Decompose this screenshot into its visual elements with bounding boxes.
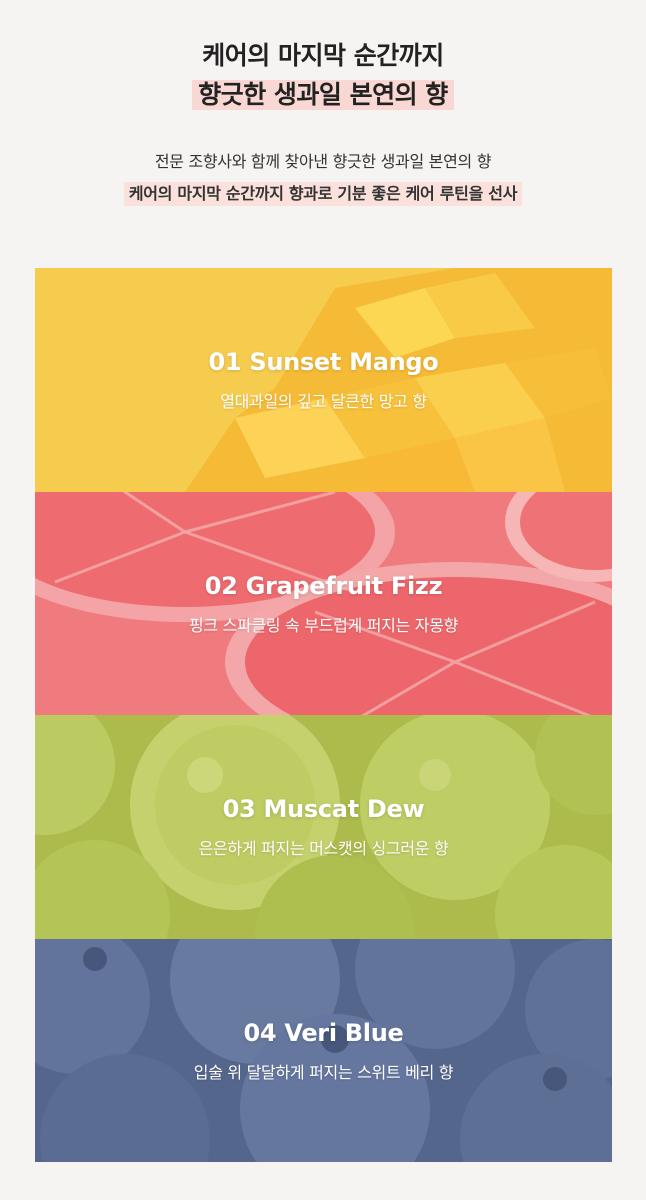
scent-panel-blueberry: 04 Veri Blue 입술 위 달달하게 퍼지는 스위트 베리 향 — [35, 938, 612, 1162]
scent-description: 은은하게 퍼지는 머스캣의 싱그러운 향 — [198, 839, 449, 858]
scent-panel-muscat: 03 Muscat Dew 은은하게 퍼지는 머스캣의 싱그러운 향 — [35, 715, 612, 939]
subtext-highlight: 케어의 마지막 순간까지 향과로 기분 좋은 케어 루틴을 선사 — [123, 182, 523, 206]
scent-title: 03 Muscat Dew — [222, 795, 425, 823]
scent-panels: 01 Sunset Mango 열대과일의 깊고 달큰한 망고 향 02 Gra… — [35, 268, 612, 1162]
blueberry-image — [35, 938, 612, 1162]
scent-panel-grapefruit: 02 Grapefruit Fizz 핑크 스파클링 속 부드럽게 퍼지는 자몽… — [35, 491, 612, 715]
headline-line2: 향긋한 생과일 본연의 향 — [0, 80, 646, 110]
scent-title: 01 Sunset Mango — [208, 348, 439, 376]
scent-panel-mango: 01 Sunset Mango 열대과일의 깊고 달큰한 망고 향 — [35, 268, 612, 492]
scent-title: 02 Grapefruit Fizz — [204, 571, 443, 600]
muscat-image — [35, 715, 612, 939]
headline-line1: 케어의 마지막 순간까지 — [202, 41, 444, 70]
mango-image — [35, 268, 612, 492]
scent-description: 입술 위 달달하게 퍼지는 스위트 베리 향 — [193, 1062, 454, 1082]
scent-title: 04 Veri Blue — [243, 1018, 404, 1047]
subtext-line1: 전문 조향사와 함께 찾아낸 향긋한 생과일 본연의 향 — [154, 152, 492, 171]
headline-highlight: 향긋한 생과일 본연의 향 — [192, 80, 454, 110]
scent-description: 핑크 스파클링 속 부드럽게 퍼지는 자몽향 — [188, 615, 459, 635]
header: 케어의 마지막 순간까지 향긋한 생과일 본연의 향 전문 조향사와 함께 찾아… — [0, 0, 646, 268]
scent-description: 열대과일의 깊고 달큰한 망고 향 — [220, 392, 427, 411]
grapefruit-image — [35, 491, 612, 715]
subtext-line2: 케어의 마지막 순간까지 향과로 기분 좋은 케어 루틴을 선사 — [0, 182, 646, 206]
